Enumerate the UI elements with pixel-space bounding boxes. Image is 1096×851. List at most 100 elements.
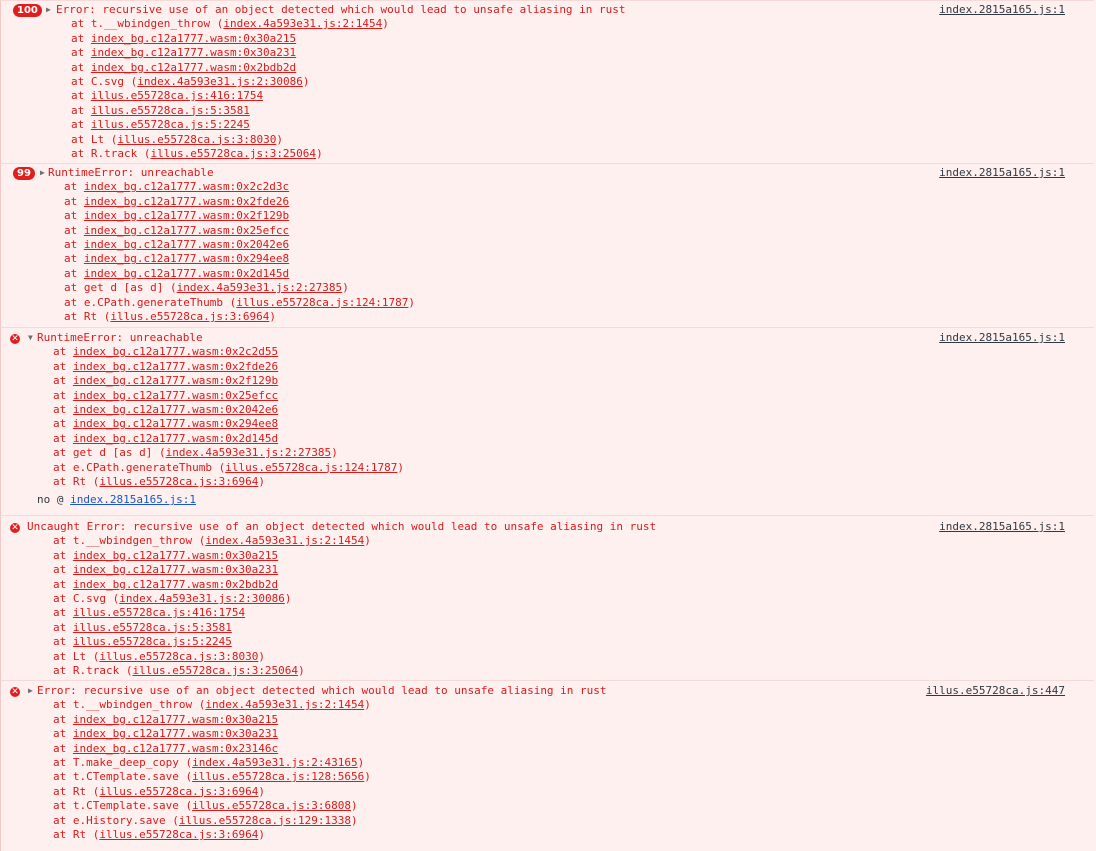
stack-frame-at: at (53, 799, 73, 813)
stack-frame-location-link[interactable]: illus.e55728ca.js:5:2245 (73, 635, 232, 648)
stack-frame-function: Rt (72, 784, 87, 798)
repeat-count-badge: 100 (13, 4, 42, 17)
stack-frame: at e.CPath.generateThumb (illus.e55728ca… (64, 295, 416, 309)
error-message[interactable]: Uncaught Error: recursive use of an obje… (27, 520, 656, 534)
stack-frame: at index_bg.c12a1777.wasm:0x2bdb2d (71, 61, 296, 75)
stack-frame-location-link[interactable]: illus.e55728ca.js:3:25064 (132, 664, 298, 677)
stack-frame-at: at (71, 17, 91, 31)
stack-frame-location-link[interactable]: index.4a593e31.js:2:30086 (119, 592, 285, 605)
source-link[interactable]: index.2815a165.js:1 (939, 166, 1065, 180)
stack-frame-location-link[interactable]: index.4a593e31.js:2:1454 (223, 17, 382, 30)
stack-frame-location-link[interactable]: index_bg.c12a1777.wasm:0x30a231 (73, 727, 278, 740)
stack-frame-location-link[interactable]: index_bg.c12a1777.wasm:0x2bdb2d (73, 578, 278, 591)
stack-frame-location-link[interactable]: index_bg.c12a1777.wasm:0x23146c (73, 742, 278, 755)
stack-frame-location-link[interactable]: index_bg.c12a1777.wasm:0x2d145d (73, 432, 278, 445)
stack-frame-location-link[interactable]: index.4a593e31.js:2:27385 (177, 281, 343, 294)
stack-frame-location-link[interactable]: illus.e55728ca.js:5:3581 (73, 621, 232, 634)
stack-frame: at index_bg.c12a1777.wasm:0x294ee8 (64, 252, 289, 266)
stack-frame-location-link[interactable]: illus.e55728ca.js:3:6964 (99, 785, 258, 798)
stack-frame-location-link[interactable]: illus.e55728ca.js:416:1754 (73, 606, 245, 619)
stack-frame-location-link[interactable]: illus.e55728ca.js:5:3581 (91, 104, 250, 117)
source-link[interactable]: index.2815a165.js:1 (939, 331, 1065, 345)
stack-frame-location-link[interactable]: illus.e55728ca.js:3:6964 (99, 475, 258, 488)
stack-frame-at: at (71, 118, 91, 132)
stack-frame: at get d [as d] (index.4a593e31.js:2:273… (64, 281, 349, 295)
stack-frame-location-link[interactable]: index_bg.c12a1777.wasm:0x30a231 (91, 46, 296, 59)
stack-frame-location-link[interactable]: index_bg.c12a1777.wasm:0x2042e6 (73, 403, 278, 416)
collapse-triangle-icon[interactable]: ▼ (28, 331, 33, 345)
error-message[interactable]: RuntimeError: unreachable (37, 331, 203, 345)
stack-frame-at: at (53, 712, 73, 726)
stack-frame-location-link[interactable]: index_bg.c12a1777.wasm:0x2042e6 (84, 238, 289, 251)
call-site-prefix: no @ (37, 493, 71, 507)
stack-frame-location-link[interactable]: index_bg.c12a1777.wasm:0x2fde26 (73, 360, 278, 373)
stack-frame-location-link[interactable]: index_bg.c12a1777.wasm:0x2d145d (84, 267, 289, 280)
stack-frame: at index_bg.c12a1777.wasm:0x25efcc (53, 389, 278, 403)
stack-frame-location-link[interactable]: illus.e55728ca.js:5:2245 (91, 118, 250, 131)
expand-triangle-icon[interactable]: ▶ (40, 166, 45, 180)
stack-frame-at: at (53, 620, 73, 634)
stack-frame-location-link[interactable]: index.4a593e31.js:2:43165 (192, 756, 358, 769)
stack-frame-location-link[interactable]: illus.e55728ca.js:3:8030 (99, 650, 258, 663)
stack-frame-at: at (53, 577, 73, 591)
stack-frame-at: at (71, 60, 91, 74)
stack-frame-location-link[interactable]: index_bg.c12a1777.wasm:0x294ee8 (73, 417, 278, 430)
source-link[interactable]: illus.e55728ca.js:447 (926, 684, 1065, 698)
stack-frame-location-link[interactable]: index_bg.c12a1777.wasm:0x25efcc (84, 224, 289, 237)
stack-frame-location-link[interactable]: illus.e55728ca.js:3:6808 (192, 799, 351, 812)
call-site-link[interactable]: index.2815a165.js:1 (70, 493, 196, 506)
stack-frame-at: at (64, 252, 84, 266)
stack-frame-location-link[interactable]: index_bg.c12a1777.wasm:0x2bdb2d (91, 61, 296, 74)
error-message[interactable]: Error: recursive use of an object detect… (37, 684, 607, 698)
stack-frame-location-link[interactable]: index_bg.c12a1777.wasm:0x2f129b (84, 209, 289, 222)
stack-frame-location-link[interactable]: index_bg.c12a1777.wasm:0x294ee8 (84, 252, 289, 265)
stack-frame-at: at (71, 75, 91, 88)
source-link[interactable]: index.2815a165.js:1 (939, 3, 1065, 17)
stack-frame-location-link[interactable]: illus.e55728ca.js:129:1338 (179, 814, 351, 827)
stack-frame-location-link[interactable]: illus.e55728ca.js:128:5656 (192, 770, 364, 783)
stack-frame-at: at (53, 649, 73, 663)
stack-frame-at: at (71, 132, 91, 146)
console-panel: 100 ▶ Error: recursive use of an object de… (0, 0, 1096, 851)
stack-frame: at index_bg.c12a1777.wasm:0x2d145d (64, 267, 289, 281)
source-link[interactable]: index.2815a165.js:1 (939, 520, 1065, 534)
stack-frame-location-link[interactable]: index_bg.c12a1777.wasm:0x30a215 (73, 713, 278, 726)
stack-frame-location-link[interactable]: index_bg.c12a1777.wasm:0x30a231 (73, 563, 278, 576)
stack-frame-location-link[interactable]: illus.e55728ca.js:3:6964 (110, 310, 269, 323)
error-message[interactable]: Error: recursive use of an object detect… (56, 3, 626, 17)
stack-frame-at: at (64, 295, 84, 309)
stack-frame-at: at (53, 431, 73, 445)
stack-frame-location-link[interactable]: illus.e55728ca.js:124:1787 (225, 461, 397, 474)
error-icon: ✕ (10, 334, 20, 344)
stack-frame-location-link[interactable]: index_bg.c12a1777.wasm:0x2c2d3c (84, 180, 289, 193)
stack-frame-location-link[interactable]: index_bg.c12a1777.wasm:0x2c2d55 (73, 345, 278, 358)
stack-frame-location-link[interactable]: index.4a593e31.js:2:1454 (205, 534, 364, 547)
stack-frame-at: at (71, 31, 91, 45)
stack-frame-location-link[interactable]: index.4a593e31.js:2:1454 (205, 698, 364, 711)
stack-frame: at t.CTemplate.save (illus.e55728ca.js:1… (53, 770, 371, 784)
stack-frame-location-link[interactable]: illus.e55728ca.js:124:1787 (236, 296, 408, 309)
stack-frame: at index_bg.c12a1777.wasm:0x2042e6 (64, 238, 289, 252)
stack-frame: at t.__wbindgen_throw (index.4a593e31.js… (53, 698, 371, 712)
stack-frame: at index_bg.c12a1777.wasm:0x2c2d3c (64, 180, 289, 194)
stack-frame-at: at (53, 563, 73, 577)
expand-triangle-icon[interactable]: ▶ (46, 3, 51, 17)
expand-triangle-icon[interactable]: ▶ (28, 684, 33, 698)
stack-frame: at index_bg.c12a1777.wasm:0x2f129b (53, 374, 278, 388)
stack-frame-location-link[interactable]: illus.e55728ca.js:416:1754 (91, 89, 263, 102)
stack-frame-location-link[interactable]: index.4a593e31.js:2:27385 (166, 446, 332, 459)
stack-frame-function: t.__wbindgen_throw (90, 17, 211, 31)
stack-frame-location-link[interactable]: illus.e55728ca.js:3:8030 (117, 133, 276, 146)
stack-frame-location-link[interactable]: index_bg.c12a1777.wasm:0x30a215 (91, 32, 296, 45)
stack-frame-location-link[interactable]: index_bg.c12a1777.wasm:0x2f129b (73, 374, 278, 387)
error-message[interactable]: RuntimeError: unreachable (48, 166, 214, 180)
stack-frame-location-link[interactable]: index_bg.c12a1777.wasm:0x30a215 (73, 549, 278, 562)
stack-frame-location-link[interactable]: index_bg.c12a1777.wasm:0x25efcc (73, 389, 278, 402)
stack-frame-location-link[interactable]: illus.e55728ca.js:3:25064 (150, 147, 316, 160)
stack-frame-location-link[interactable]: illus.e55728ca.js:3:6964 (99, 828, 258, 841)
stack-frame-location-link[interactable]: index.4a593e31.js:2:30086 (137, 75, 303, 88)
stack-frame-at: at (53, 592, 73, 605)
stack-frame-at: at (64, 180, 84, 194)
stack-frame: at index_bg.c12a1777.wasm:0x30a231 (71, 46, 296, 60)
stack-frame-location-link[interactable]: index_bg.c12a1777.wasm:0x2fde26 (84, 195, 289, 208)
